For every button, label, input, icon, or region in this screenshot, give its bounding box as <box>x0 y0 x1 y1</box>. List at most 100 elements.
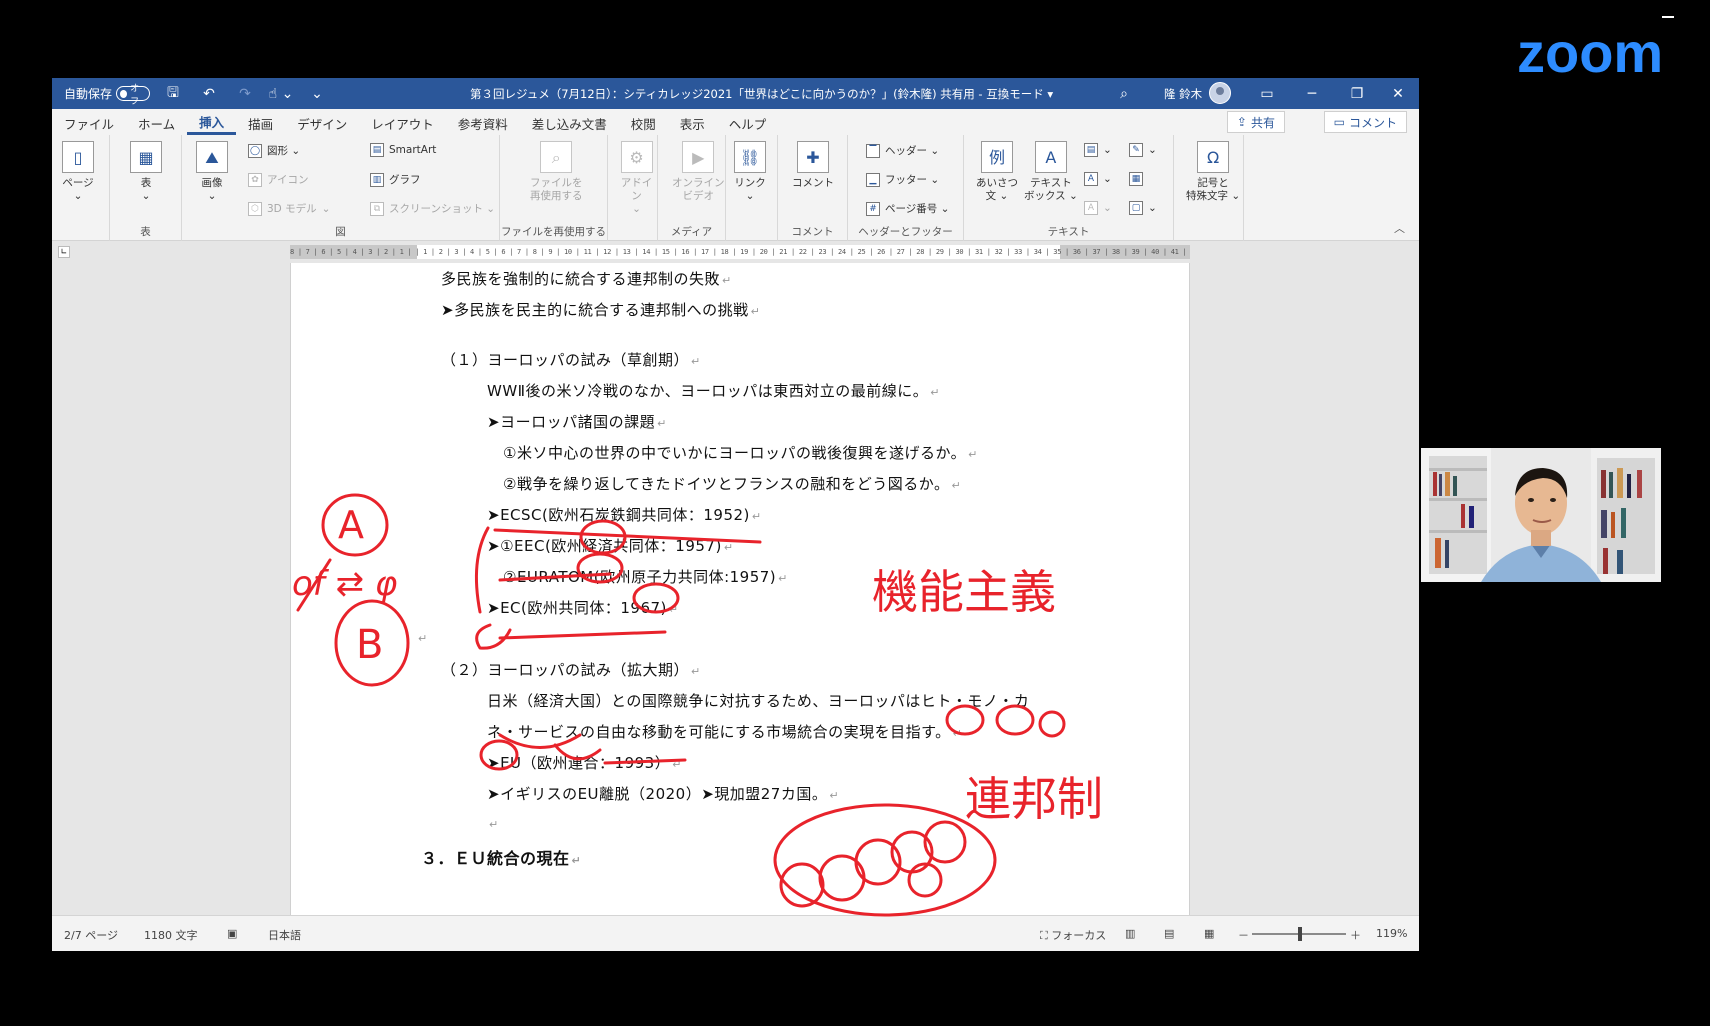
screenshot-button[interactable]: ⧉ スクリーンショット ⌄ <box>370 201 495 216</box>
section-heading[interactable]: （１）ヨーロッパの試み（草創期） ↵ <box>441 349 701 370</box>
document-page[interactable]: 多民族を強制的に統合する連邦制の失敗 ↵ ➤多民族を民主的に統合する連邦制への挑戦… <box>290 263 1190 915</box>
chapter-heading[interactable]: ３．ＥＵ統合の現在 ↵ <box>421 845 581 869</box>
doc-line[interactable]: ↵ <box>416 628 428 646</box>
search-icon[interactable]: ⌕ <box>1112 82 1136 106</box>
touch-mode-icon[interactable]: ☝ ⌄ <box>268 82 294 106</box>
doc-line[interactable]: ➤EC(欧州共同体：1967) ↵ <box>487 597 679 618</box>
print-layout-icon[interactable]: ▤ <box>1164 927 1174 940</box>
doc-line[interactable]: ②EURATOM(欧州原子力共同体:1957) ↵ <box>503 566 788 587</box>
text-box-button[interactable]: A テキスト ボックス ⌄ <box>1024 141 1078 203</box>
zoom-slider[interactable] <box>1252 927 1346 941</box>
minimize-icon[interactable]: ─ <box>1292 81 1332 106</box>
tab-references[interactable]: 参考資料 <box>446 111 520 135</box>
customize-qat-icon[interactable]: ⌄ <box>304 82 330 106</box>
tab-mailings[interactable]: 差し込み文書 <box>520 111 619 135</box>
new-comment-button[interactable]: ✚ コメント <box>792 141 834 190</box>
page-number-button[interactable]: # ページ番号 ⌄ <box>866 201 949 216</box>
doc-line[interactable]: ➤ヨーロッパ諸国の課題 ↵ <box>487 411 667 432</box>
undo-icon[interactable]: ↶ <box>196 82 222 106</box>
doc-line[interactable]: ➤イギリスのEU離脱（2020）➤現加盟27カ国。 ↵ <box>487 783 839 804</box>
tab-review[interactable]: 校閲 <box>619 111 668 135</box>
doc-line[interactable]: ➤①EEC(欧州経済共同体：1957) ↵ <box>487 535 734 556</box>
doc-line[interactable]: ➤ECSC(欧州石炭鉄鋼共同体：1952) ↵ <box>487 504 762 525</box>
comments-button[interactable]: ▭ コメント <box>1323 111 1407 133</box>
doc-line[interactable]: ①米ソ中心の世界の中でいかにヨーロッパの戦後復興を遂げるか。 ↵ <box>503 442 978 463</box>
wordart-button[interactable]: A ⌄ <box>1084 172 1112 186</box>
doc-line[interactable]: ②戦争を繰り返してきたドイツとフランスの融和をどう図るか。 ↵ <box>503 473 961 494</box>
doc-line[interactable]: ➤多民族を民主的に統合する連邦制への挑戦 ↵ <box>441 299 760 320</box>
zoom-out-button[interactable]: － <box>1238 927 1249 943</box>
ribbon-display-options-icon[interactable]: ▭ <box>1247 81 1287 106</box>
3d-models-button[interactable]: ⬡ 3D モデル ⌄ <box>248 201 330 216</box>
save-icon[interactable]: 🖫 <box>160 82 186 106</box>
doc-line[interactable]: ↵ <box>487 814 499 832</box>
reuse-files-button[interactable]: ⌕ ファイルを 再使用する <box>530 141 583 203</box>
redo-icon[interactable]: ↷ <box>232 82 258 106</box>
zoom-slider-handle[interactable] <box>1298 927 1302 941</box>
close-icon[interactable]: ✕ <box>1378 81 1418 106</box>
web-layout-icon[interactable]: ▦ <box>1204 927 1214 940</box>
doc-line[interactable]: ネ・サービスの自由な移動を可能にする市場統合の実現を目指す。 ↵ <box>487 721 962 742</box>
tab-selector-icon[interactable]: ∟ <box>58 246 70 258</box>
pages-button[interactable]: ▯ ページ ⌄ <box>62 141 94 203</box>
online-video-button[interactable]: ▶ オンライン ビデオ <box>672 141 725 203</box>
line-text: ➤多民族を民主的に統合する連邦制への挑戦 <box>441 301 749 319</box>
autosave-toggle[interactable]: 自動保存 オフ <box>64 84 151 107</box>
footer-button[interactable]: ▁ フッター ⌄ <box>866 172 939 187</box>
read-mode-icon[interactable]: ▥ <box>1125 927 1135 940</box>
tab-view[interactable]: 表示 <box>668 111 717 135</box>
proofing-icon[interactable]: ▣ <box>227 927 237 940</box>
doc-line[interactable]: ➤EU（欧州連合：1993） ↵ <box>487 752 682 773</box>
paragraph-mark: ↵ <box>723 541 734 554</box>
share-icon: ⇪ <box>1236 115 1247 129</box>
document-area[interactable]: 多民族を強制的に統合する連邦制の失敗 ↵ ➤多民族を民主的に統合する連邦制への挑戦… <box>52 263 1419 915</box>
avatar[interactable] <box>1209 82 1231 104</box>
doc-line[interactable]: 多民族を強制的に統合する連邦制の失敗 ↵ <box>441 268 732 289</box>
horizontal-ruler[interactable]: 8 | 7 | 6 | 5 | 4 | 3 | 2 | 1 | | 1 | 2 … <box>290 245 1190 259</box>
tab-draw[interactable]: 描画 <box>236 111 285 135</box>
tab-home[interactable]: ホーム <box>126 111 187 135</box>
focus-button[interactable]: ⛶ フォーカス <box>1040 927 1106 943</box>
collapse-ribbon-icon[interactable]: ︿ <box>1394 220 1405 236</box>
tab-file[interactable]: ファイル <box>52 111 126 135</box>
zoom-minimize-icon[interactable] <box>1662 16 1674 18</box>
symbol-button[interactable]: Ω 記号と 特殊文字 ⌄ <box>1186 141 1240 203</box>
user-name[interactable]: 隆 鈴木 <box>1164 86 1202 102</box>
zoom-in-button[interactable]: ＋ <box>1350 927 1361 943</box>
drop-cap-button[interactable]: A ⌄ <box>1084 201 1112 215</box>
webcam-video[interactable] <box>1421 448 1661 582</box>
3d-models-label: 3D モデル <box>267 203 317 215</box>
doc-line[interactable]: WWⅡ後の米ソ冷戦のなか、ヨーロッパは東西対立の最前線に。 ↵ <box>487 380 940 401</box>
greeting-button[interactable]: 例あいさつ文 ⌄ <box>976 141 1018 203</box>
tab-design[interactable]: デザイン <box>285 111 359 135</box>
share-button[interactable]: ⇪ 共有 <box>1226 111 1285 133</box>
icons-button[interactable]: ✿ アイコン <box>248 172 308 187</box>
chart-button[interactable]: ▥ グラフ <box>370 172 421 187</box>
section-heading[interactable]: （２）ヨーロッパの試み（拡大期） ↵ <box>441 659 701 680</box>
signature-line-button[interactable]: ✎ ⌄ <box>1129 143 1157 157</box>
addins-button[interactable]: ⚙ アドイン ⌄ <box>616 141 657 216</box>
date-time-button[interactable]: ▦ <box>1129 172 1143 186</box>
header-button[interactable]: ▔ ヘッダー ⌄ <box>866 143 939 158</box>
image-button[interactable]: ⛰ 画像 ⌄ <box>196 141 228 203</box>
autosave-switch[interactable]: オフ <box>116 84 151 107</box>
tab-insert[interactable]: 挿入 <box>187 111 237 135</box>
word-count[interactable]: 1180 文字 <box>144 927 198 943</box>
object-button[interactable]: ▢ ⌄ <box>1129 201 1157 215</box>
quick-parts-button[interactable]: ▤ ⌄ <box>1084 143 1112 157</box>
zoom-level[interactable]: 119% <box>1376 927 1407 940</box>
line-text: WWⅡ後の米ソ冷戦のなか、ヨーロッパは東西対立の最前線に。 <box>487 382 929 400</box>
doc-line[interactable]: 日米（経済大国）との国際競争に対抗するため、ヨーロッパはヒト・モノ・カ <box>487 690 1029 711</box>
tab-layout[interactable]: レイアウト <box>359 111 446 135</box>
page-indicator[interactable]: 2/7 ページ <box>64 927 118 943</box>
language-indicator[interactable]: 日本語 <box>268 927 301 943</box>
link-button[interactable]: ⛓ リンク ⌄ <box>734 141 766 203</box>
new-comment-label: コメント <box>792 177 834 189</box>
smartart-button[interactable]: ▤ SmartArt <box>370 143 436 157</box>
shapes-button[interactable]: ◯ 図形 ⌄ <box>248 143 300 158</box>
tab-help[interactable]: ヘルプ <box>717 111 779 135</box>
table-button[interactable]: ▦ 表 ⌄ <box>130 141 162 203</box>
restore-icon[interactable]: ❐ <box>1337 81 1377 106</box>
link-icon: ⛓ <box>734 141 766 173</box>
reuse-files-icon: ⌕ <box>540 141 573 173</box>
